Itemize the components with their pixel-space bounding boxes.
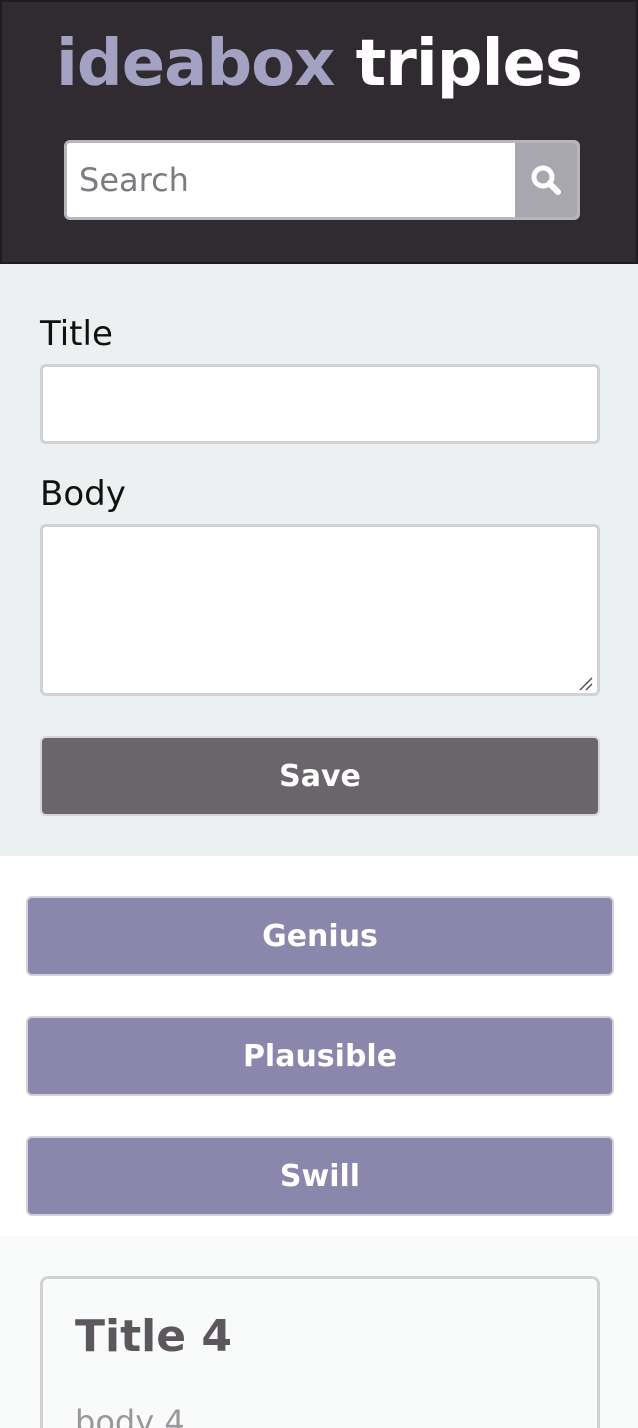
quality-filters: Genius Plausible Swill <box>0 856 638 1236</box>
idea-body[interactable]: body 4 <box>75 1403 185 1428</box>
filter-genius-button[interactable]: Genius <box>26 896 614 976</box>
idea-form: Title Body Save <box>0 264 638 856</box>
body-textarea[interactable] <box>40 524 600 696</box>
search-input[interactable] <box>67 143 515 217</box>
search-bar <box>64 140 580 220</box>
search-button[interactable] <box>515 143 577 217</box>
idea-card: Title 4 body 4 <box>40 1276 600 1428</box>
app-header: ideabox triples <box>0 0 638 264</box>
filter-swill-button[interactable]: Swill <box>26 1136 614 1216</box>
filter-plausible-button[interactable]: Plausible <box>26 1016 614 1096</box>
idea-list: Title 4 body 4 <box>0 1236 638 1428</box>
title-label: Title <box>40 314 113 354</box>
title-input[interactable] <box>40 364 600 444</box>
save-button[interactable]: Save <box>40 736 600 816</box>
app-title-part2: triples <box>355 27 583 101</box>
app-title: ideabox triples <box>2 20 636 108</box>
body-label: Body <box>40 474 126 514</box>
app-title-part1: ideabox <box>55 27 335 101</box>
resize-handle-icon[interactable] <box>576 674 594 692</box>
idea-title[interactable]: Title 4 <box>75 1311 232 1362</box>
search-icon <box>531 165 561 195</box>
